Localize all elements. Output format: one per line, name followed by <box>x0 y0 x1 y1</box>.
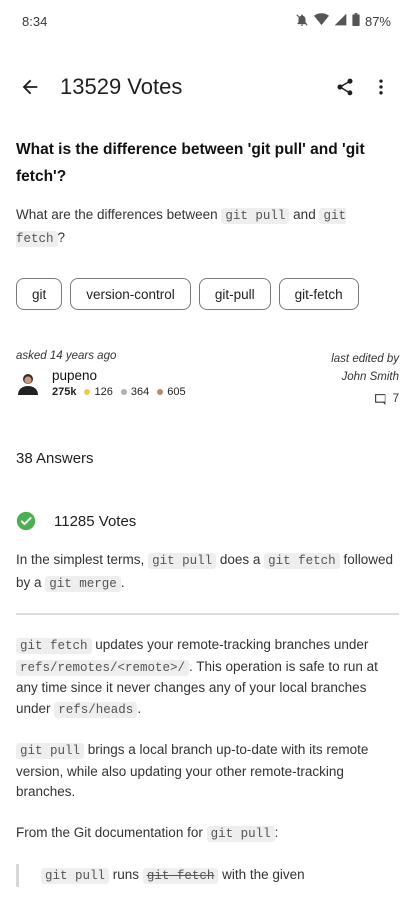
battery-percent: 87% <box>364 13 391 29</box>
status-bar: 8:34 87% <box>0 0 415 42</box>
answer-text: : <box>274 824 279 840</box>
question-body-text: and <box>293 207 316 222</box>
mute-icon <box>295 13 309 30</box>
bronze-badge-icon <box>157 389 164 395</box>
question-body: What are the differences between git pul… <box>16 204 399 250</box>
answer-text: . <box>137 700 142 716</box>
gold-badge-count: 126 <box>94 386 113 398</box>
tag-git[interactable]: git <box>16 278 63 310</box>
question-body-text: What are the differences between <box>16 207 218 222</box>
answer-text: From the Git documentation for <box>16 824 203 840</box>
wifi-icon <box>313 13 329 29</box>
arrow-back-icon <box>22 79 38 95</box>
inline-code: git pull <box>16 743 85 759</box>
share-icon <box>337 78 353 96</box>
inline-code: git fetch <box>142 868 219 884</box>
inline-code: refs/heads <box>54 701 138 718</box>
answer-text: . <box>120 575 125 590</box>
inline-code: git pull <box>41 868 110 884</box>
answer-paragraph-fetch: git fetch updates your remote-tracking b… <box>16 635 399 720</box>
asker-info: asked 14 years ago pupeno 275k 126 364 6… <box>16 350 186 408</box>
inline-code: git pull <box>221 208 290 224</box>
signal-icon <box>334 13 347 29</box>
comment-count: 7 <box>392 393 399 405</box>
share-button[interactable] <box>327 69 363 105</box>
page-title: 13529 Votes <box>60 74 183 99</box>
comments-button[interactable]: 7 <box>331 390 399 408</box>
battery-icon <box>352 13 360 29</box>
inline-code: git pull <box>148 553 217 569</box>
tag-version-control[interactable]: version-control <box>70 278 191 310</box>
reputation-score: 275k <box>52 386 77 398</box>
tag-git-pull[interactable]: git-pull <box>198 278 271 310</box>
answer-paragraph-pull: git pull brings a local branch up-to-dat… <box>16 740 399 803</box>
more-vert-icon <box>379 79 383 95</box>
more-options-button[interactable] <box>363 69 399 105</box>
inline-code: git fetch <box>16 638 92 654</box>
back-button[interactable] <box>16 73 44 101</box>
accepted-check-icon <box>16 511 36 531</box>
inline-code: git fetch <box>264 553 340 569</box>
comment-icon <box>374 393 385 405</box>
answer-text: with the given <box>222 867 305 882</box>
answer-votes: 11285 Votes <box>54 512 137 530</box>
gold-badge-icon <box>84 389 91 395</box>
status-time: 8:34 <box>22 13 48 29</box>
status-icons: 87% <box>295 13 391 30</box>
bronze-badge-count: 605 <box>167 386 186 398</box>
tag-list: git version-control git-pull git-fetch <box>16 278 399 310</box>
answer-text: runs <box>112 867 140 882</box>
inline-code: refs/remotes/<remote>/ <box>16 659 190 676</box>
question-title: What is the difference between 'git pull… <box>16 141 365 185</box>
app-bar: 13529 Votes <box>0 42 415 132</box>
avatar[interactable] <box>16 371 40 395</box>
divider <box>16 613 399 615</box>
answer-text: In the simplest terms, <box>16 552 145 567</box>
tag-git-fetch[interactable]: git-fetch <box>278 278 359 310</box>
answer-header: 11285 Votes <box>16 511 399 531</box>
silver-badge-icon <box>120 389 127 395</box>
editor-name[interactable]: John Smith <box>331 368 399 386</box>
inline-code: git merge <box>45 576 121 592</box>
edited-label: last edited by <box>331 353 399 365</box>
answers-count: 38 Answers <box>16 450 94 467</box>
blockquote: git pull runs git fetch with the given <box>16 864 399 887</box>
inline-code: git pull <box>206 825 275 842</box>
user-reputation: 275k 126 364 605 <box>52 386 186 398</box>
question-content: What is the difference between 'git pull… <box>0 136 415 887</box>
asked-time: asked 14 years ago <box>16 350 117 362</box>
answer-paragraph-docs: From the Git documentation for git pull: <box>16 823 399 845</box>
user-name[interactable]: pupeno <box>52 368 186 383</box>
edit-info: last edited by John Smith 7 <box>331 350 399 408</box>
answer-text: does a <box>219 552 261 567</box>
answer-summary: In the simplest terms, git pull does a g… <box>16 549 399 595</box>
user-card[interactable]: pupeno 275k 126 364 605 <box>16 368 186 398</box>
question-body-text: ? <box>57 230 66 245</box>
question-meta: asked 14 years ago pupeno 275k 126 364 6… <box>16 350 399 408</box>
silver-badge-count: 364 <box>130 386 150 398</box>
answer-text: updates your remote-tracking branches un… <box>95 637 369 652</box>
